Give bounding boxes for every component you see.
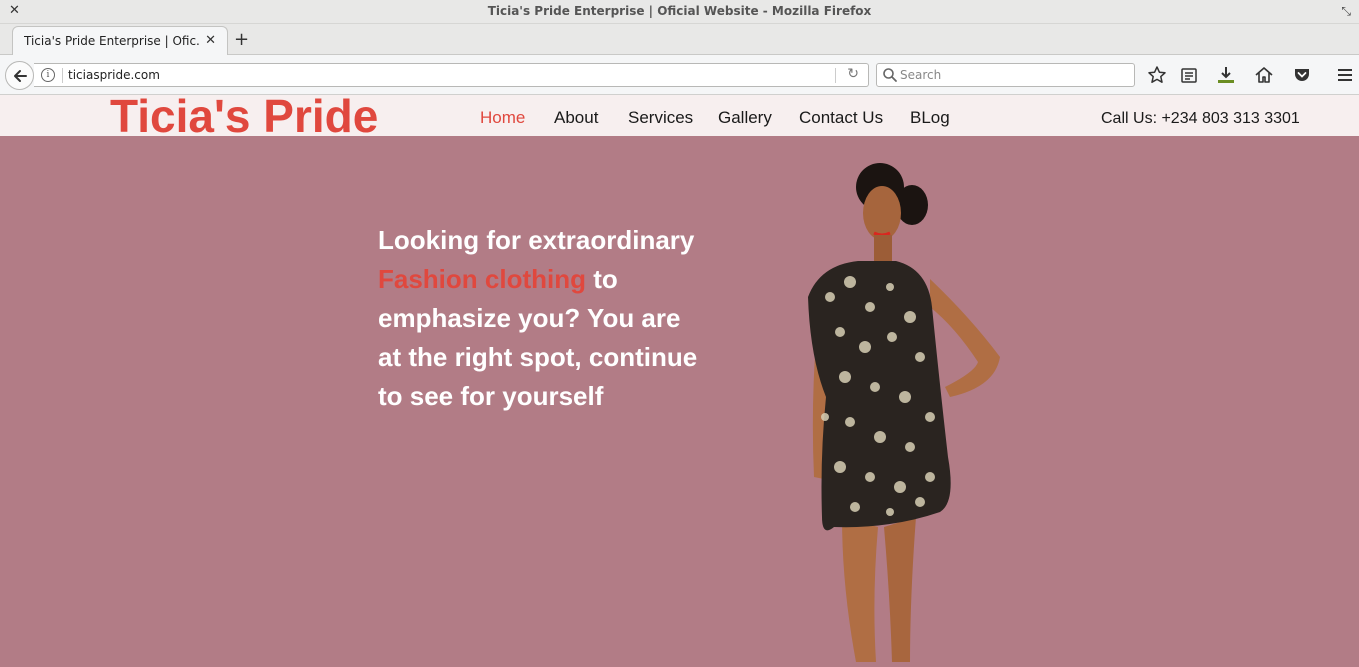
reading-list-icon[interactable] [1179, 65, 1199, 85]
window-restore-icon[interactable]: ⤡ [1341, 4, 1351, 19]
tab-label: Ticia's Pride Enterprise | Ofic... [24, 34, 199, 48]
nav-home[interactable]: Home [480, 108, 525, 128]
downloads-icon[interactable] [1216, 65, 1236, 85]
hero-tagline: Looking for extraordinary Fashion clothi… [378, 221, 708, 416]
site-header: Ticia's Pride Home About Services Galler… [0, 95, 1359, 142]
nav-blog[interactable]: BLog [910, 108, 950, 128]
url-separator [62, 68, 63, 83]
tab-close-icon[interactable]: ✕ [205, 33, 216, 48]
fashion-model-image [808, 163, 1000, 662]
home-icon[interactable] [1254, 65, 1274, 85]
pocket-icon[interactable] [1292, 65, 1312, 85]
tab-strip: Ticia's Pride Enterprise | Ofic... ✕ + [0, 24, 1359, 55]
new-tab-icon[interactable]: + [234, 29, 249, 50]
nav-services[interactable]: Services [628, 108, 693, 128]
phone-number: Call Us: +234 803 313 3301 [1101, 110, 1300, 127]
url-text[interactable]: ticiaspride.com [68, 68, 160, 82]
menu-icon[interactable] [1335, 65, 1355, 85]
nav-about[interactable]: About [554, 108, 598, 128]
hero-text-highlight: Fashion clothing [378, 264, 586, 294]
nav-contact-us[interactable]: Contact Us [799, 108, 883, 128]
site-logo[interactable]: Ticia's Pride [110, 95, 378, 143]
nav-gallery[interactable]: Gallery [718, 108, 772, 128]
window-titlebar: ✕ Ticia's Pride Enterprise | Oficial Web… [0, 0, 1359, 24]
search-icon [883, 68, 897, 82]
search-input[interactable]: Search [876, 63, 1135, 87]
reload-separator [835, 68, 836, 83]
web-page: Ticia's Pride Home About Services Galler… [0, 95, 1359, 667]
site-info-icon[interactable]: i [41, 68, 55, 82]
browser-tab[interactable]: Ticia's Pride Enterprise | Ofic... ✕ [12, 26, 228, 55]
back-button[interactable] [5, 61, 34, 90]
search-placeholder: Search [900, 68, 942, 82]
reload-icon[interactable]: ↻ [847, 66, 859, 82]
back-arrow-icon [14, 70, 27, 82]
bookmark-star-icon[interactable] [1147, 65, 1167, 85]
hero-text-before: Looking for extraordinary [378, 225, 695, 255]
url-bar[interactable]: i ticiaspride.com ↻ [34, 63, 869, 87]
navigation-toolbar: i ticiaspride.com ↻ Search [0, 55, 1359, 95]
window-title: Ticia's Pride Enterprise | Oficial Websi… [487, 4, 872, 18]
